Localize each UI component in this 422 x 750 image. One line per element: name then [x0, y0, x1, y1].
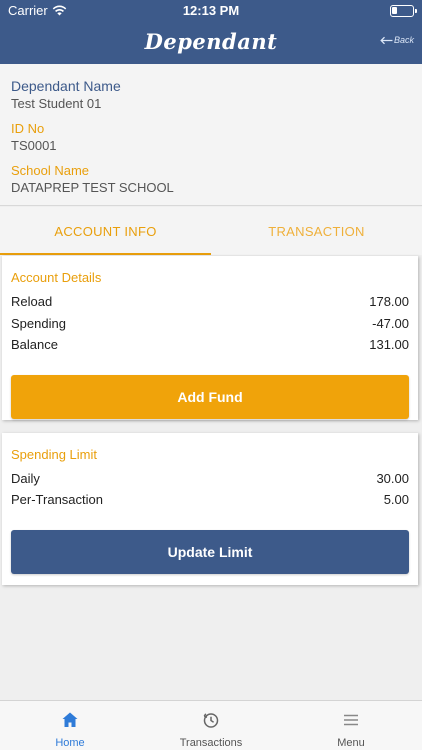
daily-limit-value: 30.00: [376, 471, 409, 486]
update-limit-button[interactable]: Update Limit: [11, 530, 409, 574]
id-value: TS0001: [11, 138, 57, 153]
spending-limit-card: Spending Limit Daily 30.00 Per-Transacti…: [2, 433, 418, 585]
daily-limit-row: Daily 30.00: [11, 471, 409, 486]
account-details-card: Account Details Reload 178.00 Spending -…: [2, 256, 418, 420]
per-transaction-row: Per-Transaction 5.00: [11, 492, 409, 507]
nav-home-label: Home: [55, 737, 85, 749]
school-name-value: DATAPREP TEST SCHOOL: [11, 180, 174, 195]
tab-account-info[interactable]: ACCOUNT INFO: [0, 207, 211, 255]
account-details-title: Account Details: [11, 270, 102, 285]
nav-transactions[interactable]: Transactions: [141, 701, 281, 750]
nav-menu-label: Menu: [337, 737, 365, 749]
school-name-label: School Name: [11, 163, 90, 178]
spending-row: Spending -47.00: [11, 316, 409, 331]
wifi-icon: [52, 5, 66, 16]
balance-row: Balance 131.00: [11, 337, 409, 352]
reload-label: Reload: [11, 294, 53, 309]
status-bar: Carrier 12:13 PM: [0, 0, 422, 22]
nav-home[interactable]: Home: [0, 701, 140, 750]
tab-bar: ACCOUNT INFO TRANSACTION: [0, 207, 422, 255]
reload-row: Reload 178.00: [11, 294, 409, 309]
bottom-nav: Home Transactions Menu: [0, 700, 422, 750]
per-transaction-label: Per-Transaction: [11, 492, 103, 507]
dependant-name-value: Test Student 01: [11, 96, 102, 111]
balance-label: Balance: [11, 337, 58, 352]
dependant-profile: Dependant Name Test Student 01 ID No TS0…: [0, 64, 422, 206]
nav-menu[interactable]: Menu: [281, 701, 421, 750]
nav-bar: Dependant Back: [0, 22, 422, 64]
battery-icon: [390, 5, 417, 17]
nav-transactions-label: Transactions: [179, 737, 243, 749]
menu-icon: [344, 714, 358, 726]
page-title: Dependant: [144, 29, 278, 54]
spending-label: Spending: [11, 316, 66, 331]
carrier-label: Carrier: [8, 3, 48, 18]
back-button[interactable]: Back: [380, 35, 414, 45]
tab-transaction[interactable]: TRANSACTION: [211, 207, 422, 255]
add-fund-button[interactable]: Add Fund: [11, 375, 409, 419]
spending-value: -47.00: [372, 316, 409, 331]
per-transaction-value: 5.00: [383, 492, 409, 507]
history-icon: [203, 713, 219, 728]
daily-limit-label: Daily: [11, 471, 40, 486]
arrow-left-icon: [380, 36, 393, 44]
back-label: Back: [393, 35, 414, 45]
id-label: ID No: [11, 121, 45, 136]
carrier-group: Carrier: [8, 3, 67, 18]
reload-value: 178.00: [369, 294, 409, 309]
balance-value: 131.00: [369, 337, 409, 352]
dependant-name-label: Dependant Name: [11, 78, 121, 94]
home-icon: [62, 712, 78, 727]
spending-limit-title: Spending Limit: [11, 447, 97, 462]
